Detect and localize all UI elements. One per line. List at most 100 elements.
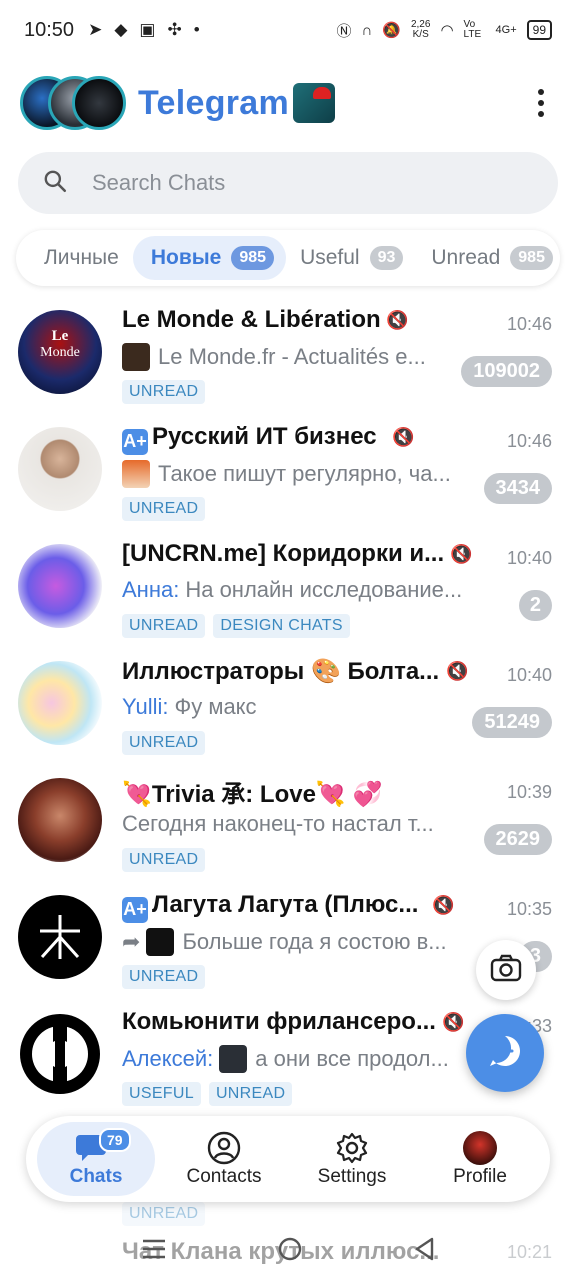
telegram-notification-icon: ➤	[88, 20, 103, 39]
preview-sender: Yulli:	[122, 694, 169, 719]
folder-label: UNREAD	[122, 848, 206, 872]
tab-label: Useful	[300, 246, 360, 269]
preview-thumbnail	[122, 460, 150, 488]
chat-avatar[interactable]	[18, 1012, 102, 1096]
system-navigation	[0, 1222, 576, 1280]
tab-personal[interactable]: Личные	[30, 236, 133, 280]
chat-title: A+ Русский ИТ бизнес	[122, 423, 377, 455]
chat-labels: UNREAD DESIGN CHATS	[122, 614, 350, 638]
tab-label: Личные	[44, 246, 119, 269]
muted-icon: 🔇	[432, 895, 455, 915]
folder-label: UNREAD	[122, 731, 206, 755]
account-switcher[interactable]	[20, 74, 128, 132]
new-message-button[interactable]	[466, 1014, 544, 1092]
chats-unread-badge: 79	[99, 1128, 131, 1152]
chat-avatar[interactable]	[18, 661, 102, 745]
camera-story-button[interactable]	[476, 940, 536, 1000]
chat-time: 10:35	[506, 899, 552, 919]
more-dot	[538, 100, 544, 106]
chat-title: [UNCRN.me] Коридорки и...	[122, 540, 445, 567]
tab-label: Unread	[431, 246, 501, 269]
more-dot	[538, 89, 544, 95]
muted-icon: 🔇	[386, 310, 409, 330]
muted-icon: 🔇	[446, 661, 469, 681]
tab-unread[interactable]: Unread 985	[417, 236, 560, 280]
unread-count-badge: 2	[518, 590, 552, 621]
preview-thumbnail	[146, 928, 175, 956]
chat-row[interactable]: Иллюстраторы 🎨 Болта... 🔇 10:40 Yulli: Ф…	[0, 651, 576, 768]
unread-count-badge: 3434	[483, 473, 552, 504]
nav-contacts[interactable]: Contacts	[165, 1122, 283, 1196]
chat-title: Le Monde & Libération	[122, 306, 381, 333]
chat-preview: Анна: На онлайн исследование...	[122, 577, 462, 603]
home-icon[interactable]	[277, 1236, 303, 1267]
back-icon[interactable]	[413, 1236, 435, 1267]
profile-avatar	[463, 1130, 497, 1166]
search-bar[interactable]	[18, 152, 558, 214]
tab-label: Новые	[150, 246, 222, 269]
chat-preview: Yulli: Фу макс	[122, 694, 257, 720]
game-notification-icon: ◆	[114, 20, 128, 39]
chat-title: A+ Лагута Лагута (Плюс...	[122, 891, 418, 923]
chat-title: Комьюнити фрилансеро...	[122, 1008, 436, 1035]
chat-labels: UNREAD	[122, 497, 206, 521]
chat-preview: Le Monde.fr - Actualités e...	[122, 343, 426, 371]
headphones-icon: ∩	[361, 21, 373, 39]
preview-text: Такое пишут регулярно, ча...	[158, 461, 451, 486]
folder-label: UNREAD	[122, 965, 206, 989]
chat-avatar[interactable]: Le Monde	[18, 310, 102, 394]
chat-avatar[interactable]	[18, 895, 102, 979]
nav-settings[interactable]: Settings	[293, 1122, 411, 1196]
chat-title-text: Русский ИТ бизнес	[152, 423, 377, 450]
chat-avatar[interactable]	[18, 544, 102, 628]
account-avatar-3[interactable]	[72, 76, 126, 130]
muted-icon: 🔇	[450, 544, 473, 564]
muted-icon: 🔇	[442, 1012, 465, 1032]
preview-thumbnail	[122, 343, 150, 371]
folder-tabs: Личные Новые 985 Useful 93 Unread 985	[16, 230, 560, 286]
chat-labels: UNREAD	[122, 848, 206, 872]
folder-label: DESIGN CHATS	[213, 614, 350, 638]
recent-apps-icon[interactable]	[141, 1238, 167, 1265]
chat-row[interactable]: Le Monde Le Monde & Libération 🔇 10:46 Le…	[0, 300, 576, 417]
chat-row[interactable]: 💘Trivia 承: Love💘 💞 10:39 Сегодня наконец…	[0, 768, 576, 885]
tab-useful[interactable]: Useful 93	[286, 236, 417, 280]
unread-count-badge: 51249	[472, 707, 552, 738]
folder-label: UNREAD	[208, 1082, 293, 1106]
svg-text:Le: Le	[52, 328, 69, 344]
volte-indicator: Vo LTE	[463, 19, 482, 40]
nav-label: Contacts	[186, 1166, 262, 1187]
wifi-icon: ◠	[440, 22, 454, 39]
premium-badge-icon: A+	[122, 428, 148, 455]
app-title: Telegram	[138, 83, 290, 122]
tab-count-badge: 93	[369, 246, 404, 270]
nav-label: Profile	[453, 1166, 507, 1187]
chat-row[interactable]: A+ Русский ИТ бизнес 🔇 10:46 Такое пишут …	[0, 417, 576, 534]
chat-labels: UNREAD	[122, 380, 206, 404]
chat-preview: Алексей: а они все продол...	[122, 1045, 449, 1073]
chat-title: 💘Trivia 承: Love💘 💞	[122, 781, 383, 808]
chat-avatar[interactable]	[18, 427, 102, 511]
preview-text: Сегодня наконец-то настал т...	[122, 811, 434, 836]
nav-label: Chats	[69, 1166, 123, 1187]
nav-label: Settings	[317, 1166, 387, 1187]
nav-profile[interactable]: Profile	[421, 1122, 539, 1196]
chat-title-text: Лагута Лагута (Плюс...	[152, 891, 419, 918]
chat-row[interactable]: [UNCRN.me] Коридорки и... 🔇 10:40 Анна: …	[0, 534, 576, 651]
nav-chats[interactable]: 79 Chats	[37, 1122, 155, 1196]
chat-avatar[interactable]	[18, 778, 102, 862]
tab-new[interactable]: Новые 985	[132, 236, 287, 280]
more-notifications-dot: •	[193, 20, 200, 39]
chat-labels: USEFUL UNREAD	[122, 1082, 293, 1106]
chat-time: 10:46	[506, 431, 552, 451]
search-icon	[42, 168, 68, 199]
network-speed: 2,26 K/S	[411, 20, 430, 40]
contacts-icon	[207, 1130, 241, 1166]
bottom-navigation: 79 Chats Contacts Settings Profile	[26, 1116, 550, 1202]
status-bar: 10:50 ➤ ◆ ▣ ✣ • Ⓝ ∩ 🔕 2,26 K/S ◠ Vo LTE …	[0, 0, 576, 60]
muted-icon: 🔇	[392, 427, 415, 447]
more-options-button[interactable]	[526, 81, 556, 125]
chat-time: 10:40	[506, 548, 552, 568]
search-input[interactable]	[92, 170, 492, 196]
preview-text: Больше года я состою в...	[182, 929, 447, 954]
